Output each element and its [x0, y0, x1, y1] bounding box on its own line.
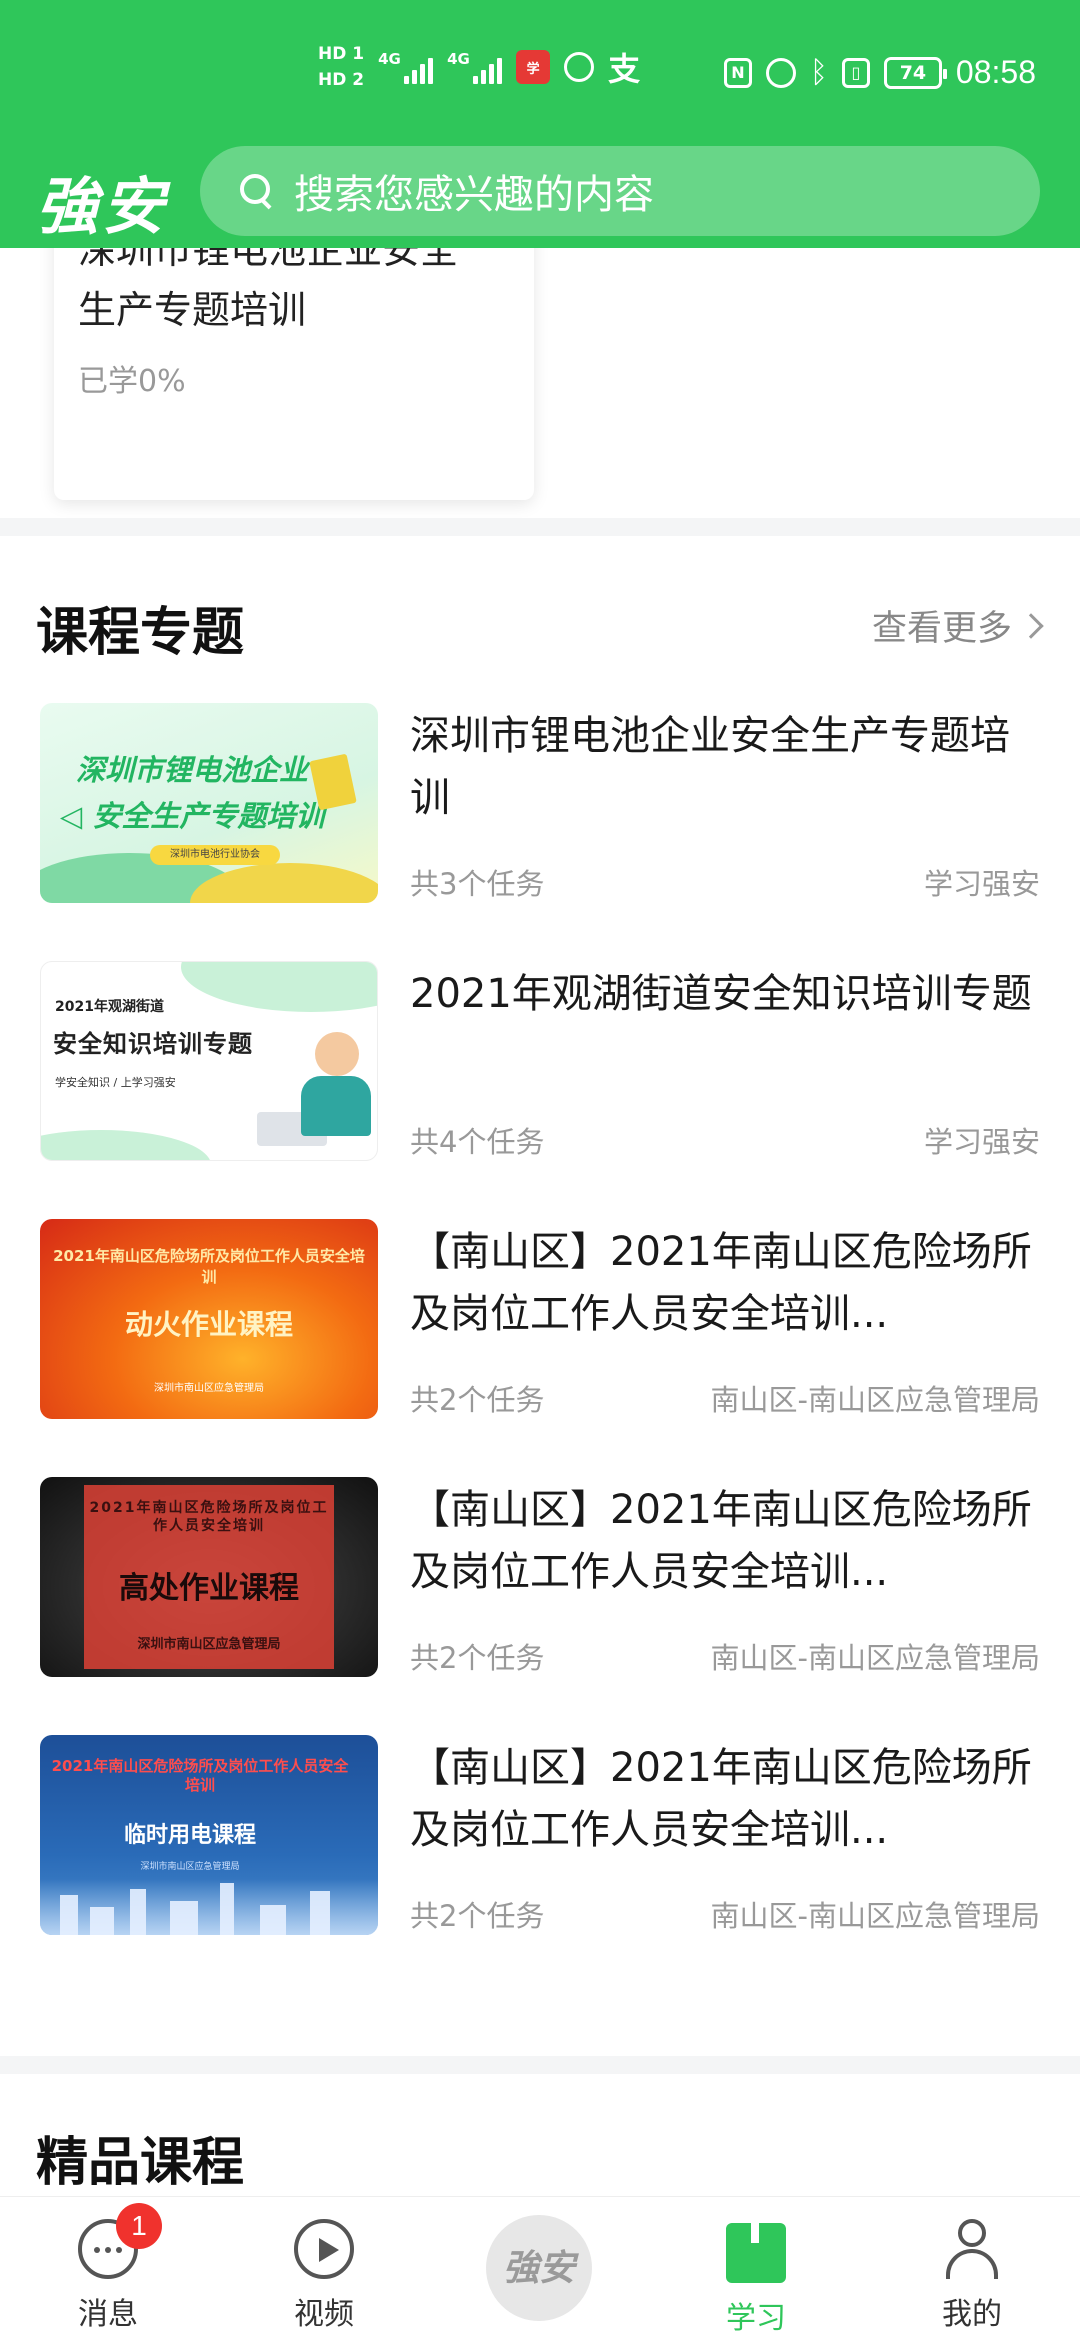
section-divider — [0, 2056, 1080, 2074]
signal-icon: 4G — [447, 50, 503, 84]
course-title: 【南山区】2021年南山区危险场所及岗位工作人员安全培训... — [410, 1229, 1032, 1337]
course-source: 南山区-南山区应急管理局 — [710, 1899, 1040, 1933]
tab-messages[interactable]: 1 消息 — [28, 2203, 188, 2340]
voice-icon — [564, 52, 595, 82]
book-icon — [726, 2223, 786, 2283]
alarm-icon — [765, 57, 796, 88]
message-icon: 1 — [78, 2203, 162, 2279]
course-task-count: 共2个任务 — [410, 1383, 545, 1417]
course-title: 2021年观湖街道安全知识培训专题 — [410, 971, 1032, 1017]
search-bar[interactable]: 搜索您感兴趣的内容 — [200, 146, 1040, 236]
tab-label: 消息 — [78, 2297, 138, 2332]
course-title: 【南山区】2021年南山区危险场所及岗位工作人员安全培训... — [410, 1745, 1032, 1853]
tab-label: 视频 — [294, 2297, 354, 2332]
course-task-count: 共4个任务 — [410, 1125, 545, 1159]
course-item[interactable]: 2021年南山区危险场所及岗位工作人员安全培训 临时用电课程 深圳市南山区应急管… — [40, 1735, 1040, 1935]
view-more-link[interactable]: 查看更多 — [872, 600, 1044, 651]
play-icon — [294, 2219, 354, 2279]
battery-icon: 74 — [883, 56, 947, 89]
course-item[interactable]: 2021年观湖街道 安全知识培训专题 学安全知识 / 上学习强安 2021年观湖… — [40, 961, 1040, 1161]
course-title: 【南山区】2021年南山区危险场所及岗位工作人员安全培训... — [410, 1487, 1032, 1595]
course-task-count: 共2个任务 — [410, 1899, 545, 1933]
clock: 08:58 — [955, 54, 1036, 90]
course-source: 南山区-南山区应急管理局 — [710, 1641, 1040, 1675]
course-item[interactable]: 2021年南山区危险场所及岗位工作人员安全培训 动火作业课程 深圳市南山区应急管… — [40, 1219, 1040, 1419]
app-header: HD 1 HD 2 4G 4G 学 支 N ᛒ ▯ 74 08:58 強安 搜索… — [0, 0, 1080, 248]
course-task-count: 共3个任务 — [410, 867, 545, 901]
section-title-premium: 精品课程 — [36, 2133, 245, 2193]
recent-course-title: 深圳市锂电池企业安全 — [78, 248, 459, 272]
course-item[interactable]: 2021年南山区危险场所及岗位工作人员安全培训 高处作业课程 深圳市南山区应急管… — [40, 1477, 1040, 1677]
course-task-count: 共2个任务 — [410, 1641, 545, 1675]
tab-video[interactable]: 视频 — [244, 2211, 404, 2340]
course-title: 深圳市锂电池企业安全生产专题培训 — [410, 713, 1010, 821]
user-icon — [942, 2219, 1002, 2279]
app-notification-icon: 学 — [516, 50, 551, 84]
nfc-icon: N — [723, 57, 752, 88]
course-source: 学习强安 — [923, 867, 1040, 901]
tab-label: 学习 — [726, 2301, 786, 2336]
hd-indicator: HD 1 HD 2 — [318, 44, 365, 90]
course-thumbnail: 深圳市锂电池企业 ◁ 安全生产专题培训 深圳市电池行业协会 — [40, 703, 378, 903]
recent-course-card[interactable]: 深圳市锂电池企业安全 生产专题培训 已学0% — [54, 248, 534, 500]
status-bar: HD 1 HD 2 4G 4G 学 支 N ᛒ ▯ 74 08:58 — [0, 40, 1080, 120]
tab-mine[interactable]: 我的 — [892, 2211, 1052, 2340]
section-divider — [0, 518, 1080, 536]
search-icon — [240, 174, 274, 208]
course-thumbnail: 2021年南山区危险场所及岗位工作人员安全培训 高处作业课程 深圳市南山区应急管… — [40, 1477, 378, 1677]
brand-logo: 強安 — [36, 170, 169, 243]
course-source: 南山区-南山区应急管理局 — [710, 1383, 1040, 1417]
signal-icon: 4G — [378, 50, 434, 84]
tab-label: 我的 — [942, 2297, 1002, 2332]
recent-course-title: 生产专题培训 — [78, 288, 307, 332]
course-thumbnail: 2021年南山区危险场所及岗位工作人员安全培训 动火作业课程 深圳市南山区应急管… — [40, 1219, 378, 1419]
course-item[interactable]: 深圳市锂电池企业 ◁ 安全生产专题培训 深圳市电池行业协会 深圳市锂电池企业安全… — [40, 703, 1040, 903]
course-source: 学习强安 — [923, 1125, 1040, 1159]
center-brand-button[interactable]: 強安 — [486, 2215, 592, 2321]
alipay-icon: 支 — [608, 50, 641, 88]
recent-study-area: 深圳市锂电池企业安全 生产专题培训 已学0% — [0, 248, 1080, 518]
bottom-tab-bar: 1 消息 视频 強安 学习 我的 — [0, 2196, 1080, 2340]
bluetooth-icon: ᛒ — [809, 55, 828, 90]
course-thumbnail: 2021年南山区危险场所及岗位工作人员安全培训 临时用电课程 深圳市南山区应急管… — [40, 1735, 378, 1935]
search-placeholder: 搜索您感兴趣的内容 — [294, 172, 654, 218]
tab-study[interactable]: 学习 — [676, 2211, 836, 2340]
section-title-topics: 课程专题 — [36, 603, 245, 663]
chevron-right-icon — [1018, 612, 1044, 639]
vibrate-icon: ▯ — [841, 57, 870, 88]
unread-badge: 1 — [116, 2203, 162, 2249]
recent-course-progress: 已学0% — [78, 364, 186, 399]
course-thumbnail: 2021年观湖街道 安全知识培训专题 学安全知识 / 上学习强安 — [40, 961, 378, 1161]
